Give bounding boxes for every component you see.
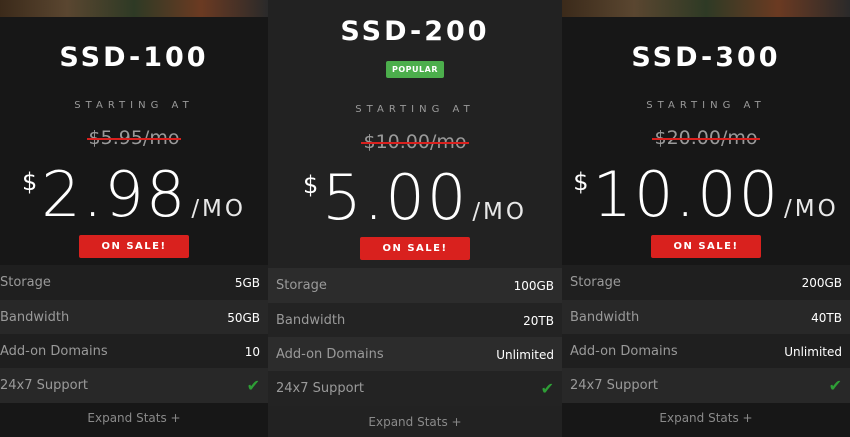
plan-name: SSD-200 <box>340 16 490 47</box>
feature-row-storage: Storage 100GB <box>268 268 562 303</box>
starting-at-label: STARTING AT <box>355 104 475 115</box>
popular-badge: POPULAR <box>386 61 444 78</box>
plan-card-ssd-200: SSD-200 POPULAR STARTING AT $10.00/mo $5… <box>268 0 562 437</box>
price-amount: 10.00 <box>592 158 781 231</box>
plan-card-ssd-100: SSD-100 STARTING AT $5.95/mo $2.98/MO ON… <box>0 0 268 437</box>
price-amount: 2.98 <box>41 158 188 231</box>
on-sale-button[interactable]: ON SALE! <box>79 235 189 258</box>
expand-stats-link[interactable]: Expand Stats + <box>0 411 268 425</box>
feature-row-support: 24x7 Support ✔ <box>0 368 268 403</box>
price-display: $5.00/MO <box>268 167 562 229</box>
plan-name: SSD-300 <box>631 42 781 73</box>
starting-at-label: STARTING AT <box>74 100 194 111</box>
old-price: $20.00/mo <box>652 127 760 149</box>
expand-stats-link[interactable]: Expand Stats + <box>562 411 850 425</box>
price-period: /MO <box>784 196 839 222</box>
old-price: $5.95/mo <box>86 127 182 149</box>
feature-row-bandwidth: Bandwidth 50GB <box>0 300 268 335</box>
feature-row-storage: Storage 5GB <box>0 265 268 300</box>
expand-stats-link[interactable]: Expand Stats + <box>268 415 562 429</box>
old-price: $10.00/mo <box>361 131 469 153</box>
on-sale-button[interactable]: ON SALE! <box>360 237 470 260</box>
currency-symbol: $ <box>21 168 38 196</box>
on-sale-button[interactable]: ON SALE! <box>651 235 761 258</box>
price-period: /MO <box>472 199 528 225</box>
starting-at-label: STARTING AT <box>646 100 766 111</box>
price-display: $2.98/MO <box>0 164 268 226</box>
plan-name: SSD-100 <box>59 42 209 73</box>
currency-symbol: $ <box>573 168 589 196</box>
decorative-header-strip <box>0 0 268 17</box>
feature-row-storage: Storage 200GB <box>562 265 850 300</box>
check-icon: ✔ <box>246 376 260 395</box>
plan-card-ssd-300: SSD-300 STARTING AT $20.00/mo $10.00/MO … <box>562 0 850 437</box>
feature-row-addon-domains: Add-on Domains 10 <box>0 334 268 369</box>
feature-row-bandwidth: Bandwidth 40TB <box>562 300 850 335</box>
feature-row-bandwidth: Bandwidth 20TB <box>268 303 562 338</box>
check-icon: ✔ <box>540 379 554 398</box>
currency-symbol: $ <box>302 171 319 199</box>
feature-row-support: 24x7 Support ✔ <box>268 371 562 406</box>
check-icon: ✔ <box>828 376 842 395</box>
decorative-header-strip <box>562 0 850 17</box>
feature-row-support: 24x7 Support ✔ <box>562 368 850 403</box>
feature-row-addon-domains: Add-on Domains Unlimited <box>562 334 850 369</box>
price-display: $10.00/MO <box>562 164 850 226</box>
price-period: /MO <box>191 196 247 222</box>
feature-row-addon-domains: Add-on Domains Unlimited <box>268 337 562 372</box>
price-amount: 5.00 <box>322 161 469 234</box>
